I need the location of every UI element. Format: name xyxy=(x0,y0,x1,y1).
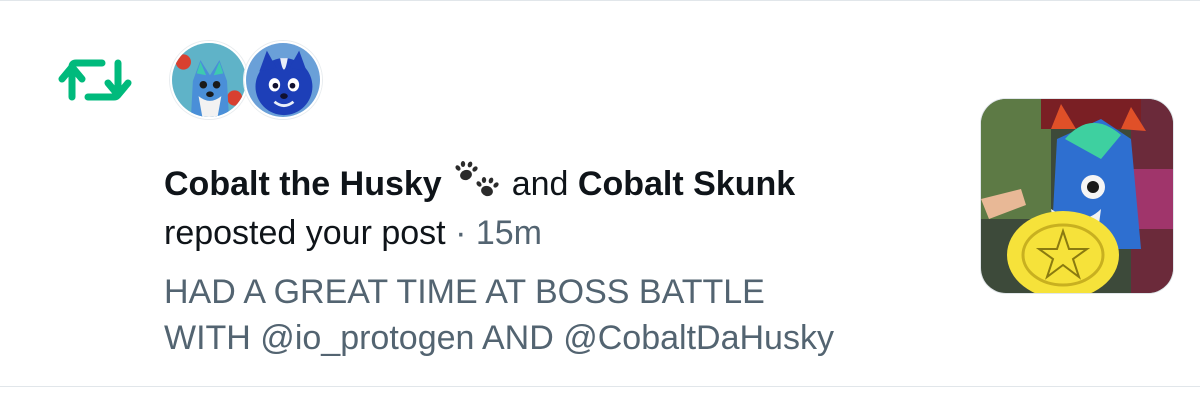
skunk-avatar[interactable] xyxy=(244,41,322,119)
user2-name[interactable]: Cobalt Skunk xyxy=(578,165,795,203)
notification-headline: Cobalt the Husky and Cobalt Skunk xyxy=(164,161,795,206)
post-photo-thumbnail[interactable] xyxy=(980,98,1174,294)
repost-notification[interactable]: Cobalt the Husky and Cobalt Skunk repost… xyxy=(0,1,1200,386)
conjunction: and xyxy=(511,165,569,203)
post-line-2: WITH @io_protogen AND @CobaltDaHusky xyxy=(164,319,834,357)
time-ago[interactable]: 15m xyxy=(476,214,542,252)
post-line-1: HAD A GREAT TIME AT BOSS BATTLE xyxy=(164,273,765,311)
avatar-stack xyxy=(170,41,330,121)
notification-subline: reposted your post · 15m xyxy=(164,211,542,255)
bottom-divider xyxy=(0,386,1200,387)
husky-avatar[interactable] xyxy=(170,41,248,119)
separator-dot: · xyxy=(455,214,467,252)
action-text: reposted your post xyxy=(164,214,446,252)
repost-icon xyxy=(58,53,132,107)
paw-prints-icon xyxy=(452,161,502,201)
post-text[interactable]: HAD A GREAT TIME AT BOSS BATTLE WITH @io… xyxy=(164,269,964,361)
user1-name[interactable]: Cobalt the Husky xyxy=(164,165,442,203)
